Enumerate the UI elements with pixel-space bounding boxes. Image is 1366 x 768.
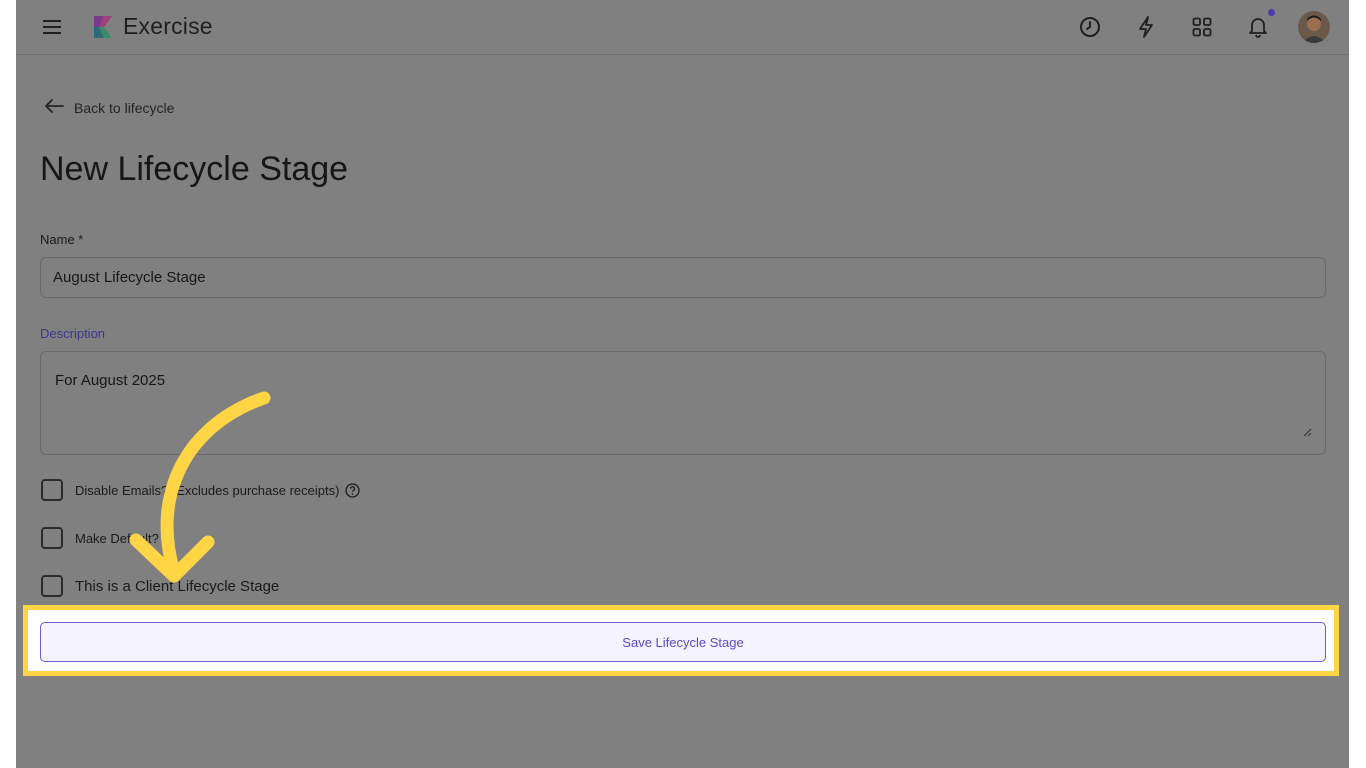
app-logo-icon — [90, 14, 116, 40]
make-default-checkbox[interactable] — [41, 527, 63, 549]
disable-emails-row[interactable]: Disable Emails? (Excludes purchase recei… — [41, 479, 361, 501]
back-link-label: Back to lifecycle — [74, 100, 175, 116]
client-lifecycle-row[interactable]: This is a Client Lifecycle Stage — [41, 575, 279, 597]
resize-handle-icon[interactable] — [1300, 424, 1312, 437]
page-title: New Lifecycle Stage — [40, 150, 349, 188]
top-bar: Exercise — [16, 0, 1349, 55]
disable-emails-label: Disable Emails? (Excludes purchase recei… — [75, 482, 340, 498]
description-field-label: Description — [40, 326, 106, 341]
description-textarea[interactable]: For August 2025 — [40, 351, 1326, 455]
client-lifecycle-label: This is a Client Lifecycle Stage — [75, 577, 280, 595]
client-lifecycle-checkbox[interactable] — [41, 575, 63, 597]
clock-history-icon[interactable] — [1076, 13, 1104, 41]
user-avatar[interactable] — [1298, 11, 1330, 43]
question-help-icon[interactable] — [345, 482, 361, 498]
apps-grid-icon[interactable] — [1188, 13, 1216, 41]
disable-emails-checkbox[interactable] — [41, 479, 63, 501]
arrow-left-icon — [44, 98, 64, 119]
lightning-bolt-icon[interactable] — [1132, 13, 1160, 41]
app-window: Exercise Back to lifecycle New Lifecycle… — [16, 0, 1349, 768]
app-title: Exercise — [123, 13, 213, 39]
notifications-bell-icon[interactable] — [1244, 13, 1272, 41]
hamburger-menu-icon[interactable] — [38, 13, 66, 41]
save-lifecycle-stage-button[interactable]: Save Lifecycle Stage — [40, 622, 1326, 662]
notification-dot — [1268, 9, 1275, 16]
name-field-label: Name * — [40, 232, 84, 247]
make-default-label: Make Default? — [75, 530, 159, 546]
name-input[interactable] — [40, 257, 1326, 298]
back-to-lifecycle-link[interactable]: Back to lifecycle — [44, 95, 174, 121]
make-default-row[interactable]: Make Default? — [41, 527, 159, 549]
